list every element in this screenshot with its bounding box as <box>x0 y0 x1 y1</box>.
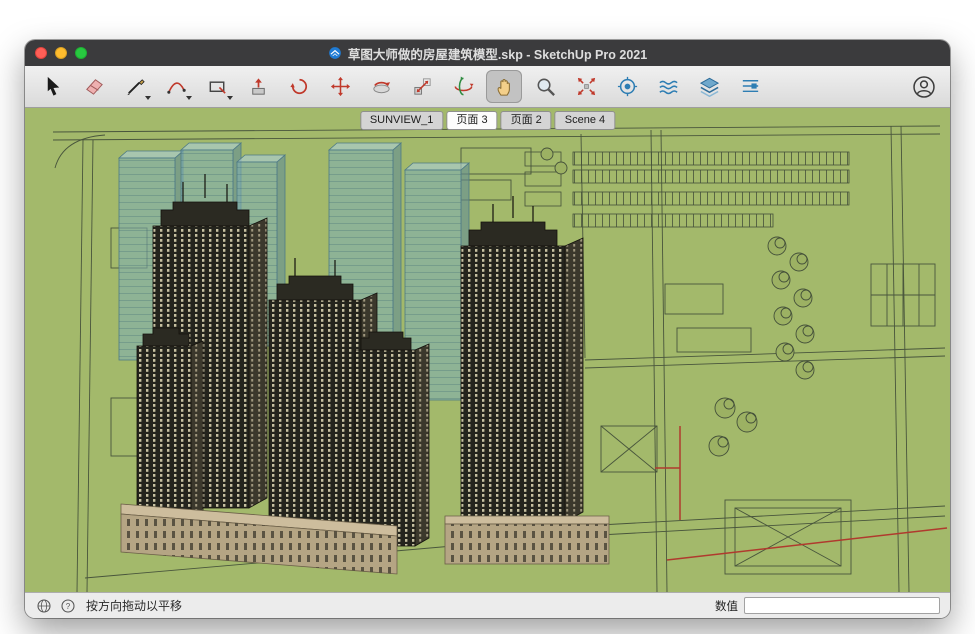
scene-tabs: SUNVIEW_1 页面 3 页面 2 Scene 4 <box>360 111 615 130</box>
fullscreen-button[interactable] <box>75 47 87 59</box>
push-pull-tool-button[interactable] <box>240 70 276 103</box>
orbit-icon <box>452 75 475 98</box>
window-title: 草图大师做的房屋建筑模型.skp - SketchUp Pro 2021 <box>348 44 647 63</box>
orbit-tool-button[interactable] <box>445 70 481 103</box>
eraser-tool-button[interactable] <box>76 70 112 103</box>
window-title-area: 草图大师做的房屋建筑模型.skp - SketchUp Pro 2021 <box>328 44 647 63</box>
user-avatar-icon <box>911 74 937 100</box>
geolocation-status-button[interactable] <box>35 597 52 614</box>
measurement-input[interactable] <box>744 597 940 614</box>
help-icon: ? <box>60 598 76 614</box>
close-button[interactable] <box>35 47 47 59</box>
status-hint: 按方向拖动以平移 <box>86 597 182 614</box>
shadows-tool-button[interactable] <box>732 70 768 103</box>
pencil-icon <box>124 75 147 98</box>
line-flyout-caret[interactable] <box>145 96 151 100</box>
svg-text:?: ? <box>65 602 70 611</box>
arc-flyout-caret[interactable] <box>186 96 192 100</box>
shapes-tool-button[interactable] <box>199 70 235 103</box>
geo-location-tool-button[interactable] <box>609 70 645 103</box>
minimize-button[interactable] <box>55 47 67 59</box>
zoom-tool-button[interactable] <box>527 70 563 103</box>
titlebar: 草图大师做的房屋建筑模型.skp - SketchUp Pro 2021 <box>25 40 950 66</box>
follow-me-icon <box>288 75 311 98</box>
rectangle-icon <box>206 75 229 98</box>
help-status-button[interactable]: ? <box>59 597 76 614</box>
select-icon <box>42 75 65 98</box>
fog-tool-button[interactable] <box>650 70 686 103</box>
pan-hand-icon <box>493 75 516 98</box>
arc-tool-button[interactable] <box>158 70 194 103</box>
statusbar: ? 按方向拖动以平移 数值 <box>25 592 950 618</box>
fog-waves-icon <box>657 75 680 98</box>
magnifier-icon <box>534 75 557 98</box>
traffic-lights <box>35 40 87 66</box>
move-icon <box>329 75 352 98</box>
scale-tool-button[interactable] <box>404 70 440 103</box>
zoom-extents-icon <box>575 75 598 98</box>
select-tool-button[interactable] <box>35 70 71 103</box>
styles-tool-button[interactable] <box>691 70 727 103</box>
globe-icon <box>36 598 52 614</box>
scene-tab-scene4[interactable]: Scene 4 <box>555 111 615 130</box>
rotate-tool-button[interactable] <box>363 70 399 103</box>
scene-tab-page2[interactable]: 页面 2 <box>501 111 552 130</box>
layers-icon <box>698 75 721 98</box>
eraser-icon <box>83 75 106 98</box>
line-tool-button[interactable] <box>117 70 153 103</box>
arc-icon <box>165 75 188 98</box>
measurement-area: 数值 <box>715 597 940 614</box>
measurement-label: 数值 <box>715 598 738 614</box>
push-pull-icon <box>247 75 270 98</box>
shapes-flyout-caret[interactable] <box>227 96 233 100</box>
sketchup-window: 草图大师做的房屋建筑模型.skp - SketchUp Pro 2021 <box>25 40 950 618</box>
sketchup-logo-icon <box>328 46 342 60</box>
rotate-icon <box>370 75 393 98</box>
account-button[interactable] <box>908 71 940 103</box>
geo-target-icon <box>616 75 639 98</box>
move-tool-button[interactable] <box>322 70 358 103</box>
desktop-background: 草图大师做的房屋建筑模型.skp - SketchUp Pro 2021 <box>0 0 975 634</box>
scene-tab-sunview1[interactable]: SUNVIEW_1 <box>360 111 444 130</box>
scale-icon <box>411 75 434 98</box>
follow-me-tool-button[interactable] <box>281 70 317 103</box>
zoom-extents-tool-button[interactable] <box>568 70 604 103</box>
shadow-slider-icon <box>739 75 762 98</box>
model-canvas <box>25 108 950 592</box>
toolbar <box>25 66 950 108</box>
viewport[interactable]: SUNVIEW_1 页面 3 页面 2 Scene 4 <box>25 108 950 592</box>
scene-tab-page3[interactable]: 页面 3 <box>446 111 497 130</box>
pan-tool-button[interactable] <box>486 70 522 103</box>
